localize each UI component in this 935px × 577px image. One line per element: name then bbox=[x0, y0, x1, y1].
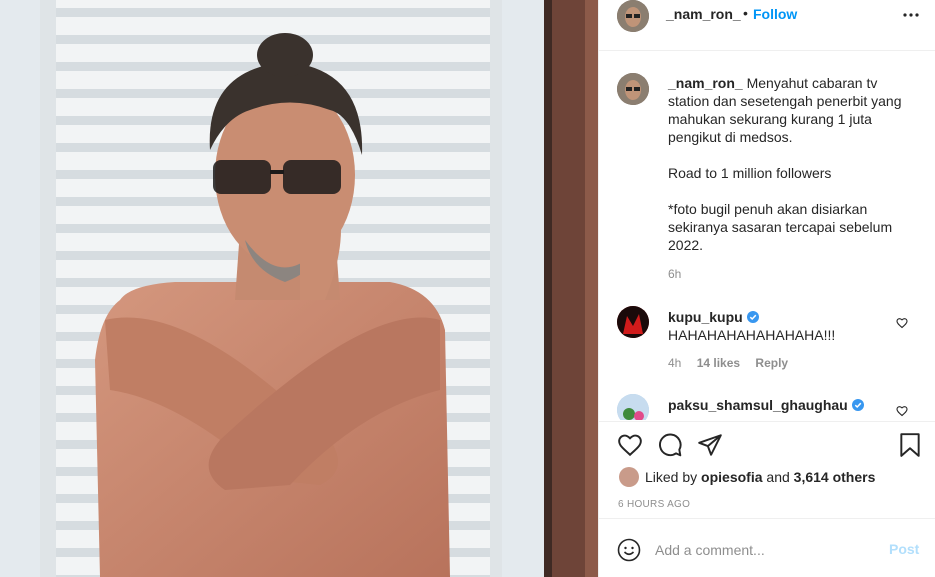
add-comment-bar: Post bbox=[599, 518, 935, 577]
comment-time[interactable]: 4h bbox=[668, 356, 681, 370]
likes-prefix: Liked by bbox=[645, 469, 698, 485]
save-bookmark-icon[interactable] bbox=[897, 432, 923, 458]
likes-connector: and bbox=[766, 469, 790, 485]
reply-button[interactable]: Reply bbox=[755, 356, 788, 370]
post-photo[interactable] bbox=[0, 0, 598, 577]
comment-username-line: paksu_shamsul_ghaughau bbox=[668, 396, 918, 414]
comment-avatar[interactable] bbox=[617, 394, 649, 420]
comment-input[interactable] bbox=[655, 539, 875, 561]
likes-summary: Liked by opiesofia and 3,614 others bbox=[619, 467, 875, 487]
comment-like-icon[interactable] bbox=[896, 316, 908, 329]
avatar-image bbox=[617, 0, 649, 32]
caption-timestamp[interactable]: 6h bbox=[668, 267, 681, 281]
post-image bbox=[0, 0, 598, 577]
separator-dot: • bbox=[743, 5, 748, 21]
avatar-image bbox=[617, 306, 649, 338]
comment-username-line: kupu_kupu bbox=[668, 308, 918, 326]
verified-badge-icon bbox=[851, 399, 864, 411]
verified-badge-icon bbox=[746, 311, 759, 323]
comment-meta: 4h 14 likes Reply bbox=[668, 356, 800, 370]
shutter-slat bbox=[56, 8, 490, 17]
comment-avatar[interactable] bbox=[617, 306, 649, 338]
more-options-icon[interactable] bbox=[899, 5, 923, 25]
follow-button[interactable]: Follow bbox=[753, 6, 797, 22]
post-comment-button[interactable]: Post bbox=[889, 541, 919, 557]
comment-likes[interactable]: 14 likes bbox=[697, 356, 740, 370]
caption-text: Menyahut cabaran tv station dan seseteng… bbox=[668, 75, 902, 253]
comment-bubble-icon[interactable] bbox=[657, 432, 683, 458]
likes-others-link[interactable]: 3,614 others bbox=[794, 469, 876, 485]
post-detail-panel: _nam_ron_ • Follow _nam_ron_ Menyahut ca… bbox=[598, 0, 935, 577]
caption-time: 6h bbox=[668, 267, 693, 281]
like-heart-icon[interactable] bbox=[617, 432, 643, 458]
emoji-smiley-icon[interactable] bbox=[617, 538, 641, 562]
post-header: _nam_ron_ • Follow bbox=[599, 0, 935, 51]
comments-list[interactable]: _nam_ron_ Menyahut cabaran tv station da… bbox=[599, 52, 935, 420]
comment-like-icon[interactable] bbox=[896, 404, 908, 417]
comment-username[interactable]: paksu_shamsul_ghaughau bbox=[668, 397, 848, 413]
caption-username[interactable]: _nam_ron_ bbox=[668, 75, 743, 91]
liker-avatar[interactable] bbox=[619, 467, 639, 487]
avatar-image bbox=[617, 394, 649, 420]
author-username[interactable]: _nam_ron_ bbox=[666, 6, 741, 22]
author-avatar[interactable] bbox=[617, 0, 649, 32]
caption-text-block: _nam_ron_ Menyahut cabaran tv station da… bbox=[668, 74, 918, 254]
liker-username[interactable]: opiesofia bbox=[701, 469, 762, 485]
comment-username[interactable]: kupu_kupu bbox=[668, 309, 743, 325]
comment-text: HAHAHAHAHAHAHAHA!!! bbox=[668, 327, 836, 343]
caption-avatar[interactable] bbox=[617, 73, 649, 105]
post-timestamp[interactable]: 6 HOURS AGO bbox=[618, 499, 690, 510]
avatar-image bbox=[617, 73, 649, 105]
post-actions: Liked by opiesofia and 3,614 others 6 HO… bbox=[599, 421, 935, 577]
share-paper-plane-icon[interactable] bbox=[697, 432, 723, 458]
